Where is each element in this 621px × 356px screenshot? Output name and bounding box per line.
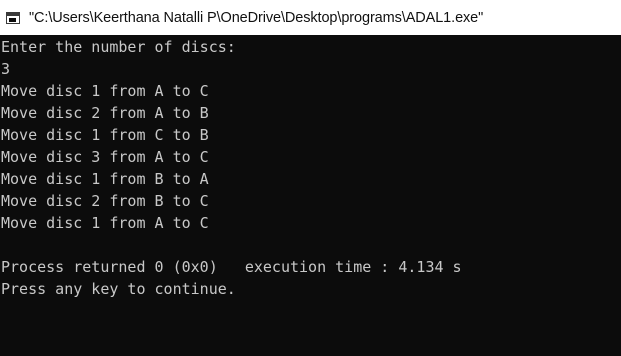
console-output[interactable]: Enter the number of discs: 3 Move disc 1… <box>0 36 621 356</box>
console-line-process-returned: Process returned 0 (0x0) execution time … <box>1 258 462 276</box>
console-line-move-6: Move disc 2 from B to C <box>1 192 209 210</box>
console-line-press-any-key: Press any key to continue. <box>1 280 236 298</box>
title-bar[interactable]: "C:\Users\Keerthana Natalli P\OneDrive\D… <box>0 0 621 35</box>
console-line-move-3: Move disc 1 from C to B <box>1 126 209 144</box>
console-line-input: 3 <box>1 60 11 78</box>
console-line-move-1: Move disc 1 from A to C <box>1 82 209 100</box>
console-line-move-7: Move disc 1 from A to C <box>1 214 209 232</box>
console-line-move-4: Move disc 3 from A to C <box>1 148 209 166</box>
console-line-prompt: Enter the number of discs: <box>1 38 236 56</box>
console-window: "C:\Users\Keerthana Natalli P\OneDrive\D… <box>0 0 621 356</box>
console-line-blank <box>1 234 621 256</box>
console-line-move-2: Move disc 2 from A to B <box>1 104 209 122</box>
console-line-move-5: Move disc 1 from B to A <box>1 170 209 188</box>
console-app-icon <box>6 11 20 24</box>
window-title: "C:\Users\Keerthana Natalli P\OneDrive\D… <box>29 9 484 26</box>
